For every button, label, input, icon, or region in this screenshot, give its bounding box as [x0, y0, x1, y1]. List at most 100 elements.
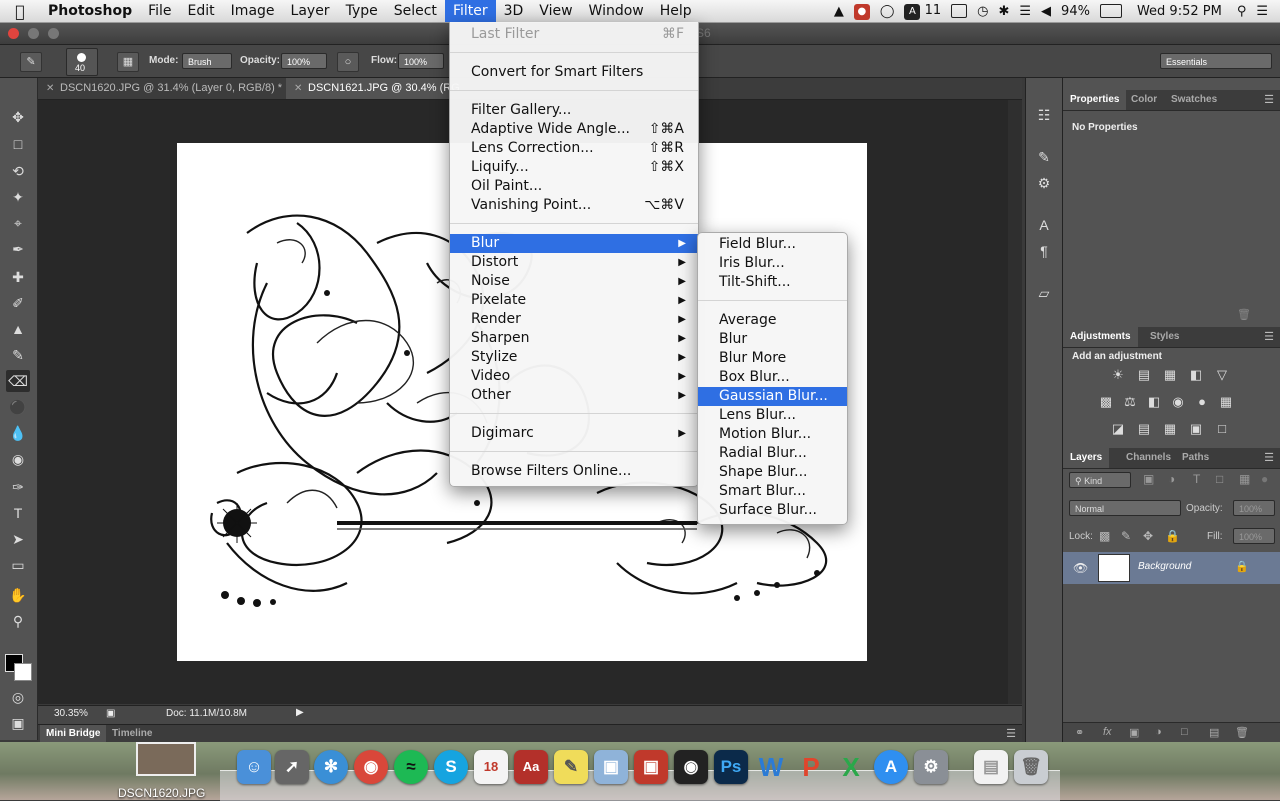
- hand-tool-icon[interactable]: ✋: [6, 584, 30, 606]
- panel-menu-icon[interactable]: ☰: [1264, 93, 1274, 106]
- preview-icon[interactable]: ▣: [594, 750, 628, 784]
- filter-pixel-icon[interactable]: ▣: [1143, 472, 1154, 486]
- menu-item-iris-blur[interactable]: Iris Blur...: [698, 254, 847, 273]
- tool-preset-picker[interactable]: ✎: [20, 52, 42, 72]
- tab-color[interactable]: Color: [1124, 90, 1164, 110]
- workspace-select[interactable]: Essentials: [1160, 53, 1272, 69]
- menu-item-tilt-shift[interactable]: Tilt-Shift...: [698, 273, 847, 292]
- stickies-icon[interactable]: ✎: [554, 750, 588, 784]
- menu-edit[interactable]: Edit: [180, 0, 223, 22]
- background-color-swatch[interactable]: [14, 663, 32, 681]
- selective-color-icon[interactable]: □: [1213, 421, 1231, 437]
- character-panel-icon[interactable]: A: [1032, 214, 1056, 236]
- menu-item-shape-blur[interactable]: Shape Blur...: [698, 463, 847, 482]
- clock[interactable]: Wed 9:52 PM: [1127, 4, 1232, 19]
- brush-preset-picker[interactable]: 40: [66, 48, 98, 76]
- brush-panel-toggle-icon[interactable]: ▦: [117, 52, 139, 72]
- new-adjustment-layer-icon[interactable]: ◑: [1155, 726, 1162, 738]
- tab-properties[interactable]: Properties: [1063, 90, 1127, 110]
- menu-3d[interactable]: 3D: [496, 0, 532, 22]
- menu-layer[interactable]: Layer: [283, 0, 338, 22]
- menu-image[interactable]: Image: [223, 0, 283, 22]
- posterize-icon[interactable]: ▤: [1135, 421, 1153, 437]
- color-balance-icon[interactable]: ⚖: [1121, 394, 1139, 410]
- eraser-tool-icon[interactable]: ⌫: [6, 370, 30, 392]
- menu-filter[interactable]: Filter: [444, 0, 496, 22]
- menu-item-blur-basic[interactable]: Blur: [698, 330, 847, 349]
- brush-tool-icon[interactable]: ✐: [6, 292, 30, 314]
- close-tab-icon[interactable]: ✕: [46, 78, 54, 99]
- menu-file[interactable]: File: [140, 0, 179, 22]
- excel-icon[interactable]: X: [834, 750, 868, 784]
- menu-item-average[interactable]: Average: [698, 311, 847, 330]
- menu-help[interactable]: Help: [652, 0, 700, 22]
- filter-smart-object-icon[interactable]: ▦: [1239, 472, 1250, 486]
- menu-item-blur[interactable]: Blur ▶: [450, 234, 698, 253]
- tab-mini-bridge[interactable]: Mini Bridge: [40, 725, 107, 743]
- magic-wand-tool-icon[interactable]: ✦: [6, 186, 30, 208]
- menu-item-pixelate[interactable]: Pixelate ▶: [450, 291, 698, 310]
- tab-adjustments[interactable]: Adjustments: [1063, 327, 1138, 347]
- zoom-tool-icon[interactable]: ⚲: [6, 610, 30, 632]
- color-lookup-icon[interactable]: ▦: [1217, 394, 1235, 410]
- new-group-icon[interactable]: □: [1181, 726, 1188, 738]
- gradient-map-icon[interactable]: ▣: [1187, 421, 1205, 437]
- menu-item-field-blur[interactable]: Field Blur...: [698, 235, 847, 254]
- levels-icon[interactable]: ▤: [1135, 367, 1153, 383]
- exposure-icon[interactable]: ◧: [1187, 367, 1205, 383]
- spotify-icon[interactable]: ≈: [394, 750, 428, 784]
- close-window-button[interactable]: [8, 28, 19, 39]
- pen-tool-icon[interactable]: ✑: [6, 476, 30, 498]
- clipboard-icon[interactable]: [946, 4, 972, 19]
- layer-name[interactable]: Background: [1138, 561, 1191, 572]
- invert-icon[interactable]: ◪: [1109, 421, 1127, 437]
- safari-icon[interactable]: ✻: [314, 750, 348, 784]
- menu-select[interactable]: Select: [386, 0, 445, 22]
- panel-menu-icon[interactable]: ☰: [1264, 451, 1274, 464]
- menu-item-vanishing-point[interactable]: Vanishing Point... ⌥⌘V: [450, 196, 698, 215]
- layer-opacity-field[interactable]: 100%: [1233, 500, 1275, 516]
- panel-menu-icon[interactable]: ☰: [1006, 727, 1016, 740]
- tab-swatches[interactable]: Swatches: [1164, 90, 1224, 110]
- menu-type[interactable]: Type: [338, 0, 386, 22]
- menu-item-lens-blur[interactable]: Lens Blur...: [698, 406, 847, 425]
- shape-tool-icon[interactable]: ▭: [6, 554, 30, 576]
- crop-tool-icon[interactable]: ⌖: [6, 212, 30, 234]
- screen-mode-icon[interactable]: ▣: [6, 712, 30, 734]
- quick-mask-icon[interactable]: ◎: [6, 686, 30, 708]
- menu-item-surface-blur[interactable]: Surface Blur...: [698, 501, 847, 520]
- filter-type-icon[interactable]: T: [1193, 472, 1200, 486]
- battery-percent[interactable]: 94%: [1056, 4, 1095, 19]
- paint-bucket-tool-icon[interactable]: ⚫: [6, 396, 30, 418]
- add-mask-icon[interactable]: ▣: [1129, 726, 1139, 739]
- notification-icon[interactable]: ▲: [829, 4, 849, 19]
- tab-paths[interactable]: Paths: [1175, 448, 1216, 468]
- move-tool-icon[interactable]: ✥: [6, 106, 30, 128]
- fill-field[interactable]: 100%: [1233, 528, 1275, 544]
- calendar-icon[interactable]: 18: [474, 750, 508, 784]
- minimize-window-button[interactable]: [28, 28, 39, 39]
- hue-saturation-icon[interactable]: ▩: [1097, 394, 1115, 410]
- menu-item-oil-paint[interactable]: Oil Paint...: [450, 177, 698, 196]
- menu-item-render[interactable]: Render ▶: [450, 310, 698, 329]
- apple-menu-icon[interactable]: : [0, 2, 40, 21]
- menu-item-lens-correction[interactable]: Lens Correction... ⇧⌘R: [450, 139, 698, 158]
- zoom-window-button[interactable]: [48, 28, 59, 39]
- lasso-tool-icon[interactable]: ⟲: [6, 160, 30, 182]
- menu-item-other[interactable]: Other ▶: [450, 386, 698, 405]
- menu-window[interactable]: Window: [581, 0, 652, 22]
- documents-stack-icon[interactable]: ▤: [974, 750, 1008, 784]
- layer-visibility-eye-icon[interactable]: 👁: [1073, 561, 1088, 575]
- menu-item-filter-gallery[interactable]: Filter Gallery...: [450, 101, 698, 120]
- delete-layer-icon[interactable]: 🗑: [1235, 726, 1249, 739]
- menu-item-digimarc[interactable]: Digimarc ▶: [450, 424, 698, 443]
- menu-item-stylize[interactable]: Stylize ▶: [450, 348, 698, 367]
- history-panel-icon[interactable]: ☷: [1032, 104, 1056, 126]
- image-capture-icon[interactable]: ◉: [674, 750, 708, 784]
- blur-tool-icon[interactable]: 💧: [6, 422, 30, 444]
- menu-item-radial-blur[interactable]: Radial Blur...: [698, 444, 847, 463]
- menu-item-browse-filters-online[interactable]: Browse Filters Online...: [450, 462, 698, 481]
- layer-row-background[interactable]: 👁 Background 🔒: [1063, 552, 1280, 584]
- trash-icon[interactable]: 🗑: [1237, 308, 1251, 321]
- battery-icon[interactable]: [1095, 4, 1127, 19]
